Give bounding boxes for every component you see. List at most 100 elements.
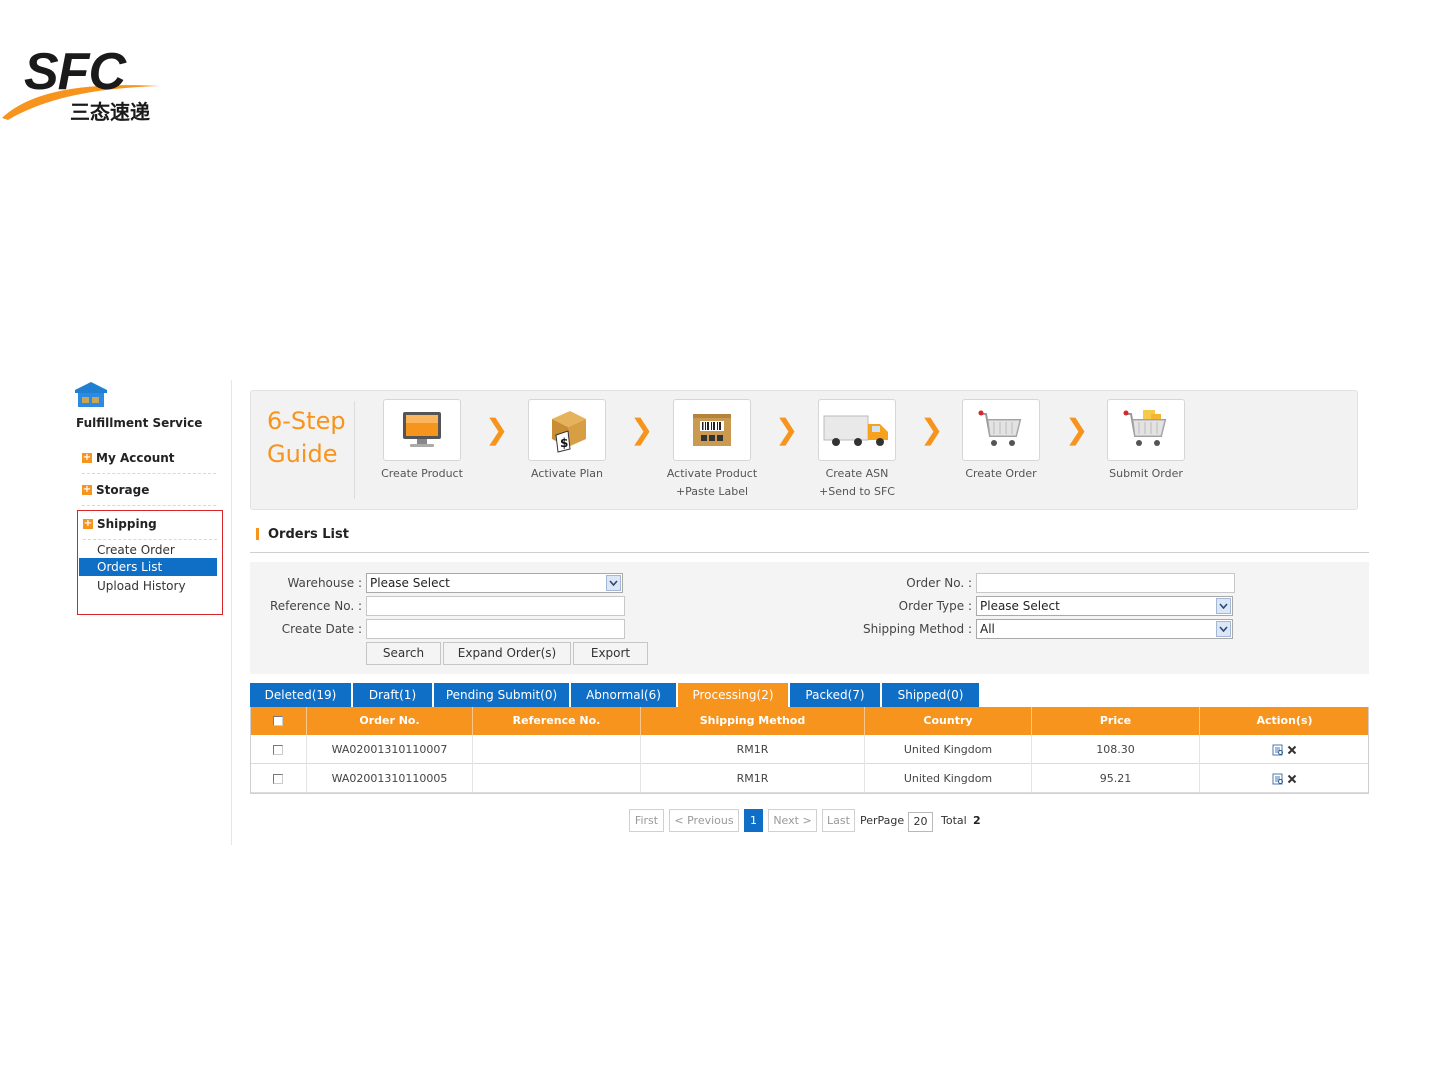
cell-price: 95.21 — [1032, 764, 1200, 793]
first-page-button[interactable]: First — [629, 809, 664, 832]
order-no-input[interactable] — [976, 573, 1235, 593]
sidebar-item-shipping[interactable]: + Shipping — [83, 517, 217, 540]
sidebar-item-upload-history[interactable]: Upload History — [79, 577, 217, 595]
chevron-down-icon[interactable] — [606, 575, 621, 591]
step-arrow-icon: ❯ — [775, 413, 799, 446]
row-checkbox[interactable] — [273, 774, 283, 784]
warehouse-select[interactable]: Please Select — [366, 573, 623, 593]
warehouse-label: Warehouse : — [287, 576, 362, 590]
delete-icon[interactable] — [1287, 745, 1297, 755]
tab-shipped[interactable]: Shipped(0) — [882, 683, 980, 707]
export-button[interactable]: Export — [573, 642, 648, 665]
step-icon-box[interactable] — [818, 399, 896, 461]
cell-actions — [1200, 735, 1369, 764]
select-all-checkbox[interactable] — [273, 716, 283, 726]
chevron-down-icon[interactable] — [1216, 598, 1231, 614]
expand-plus-icon: + — [82, 452, 92, 463]
guide-title-line2: Guide — [267, 440, 338, 468]
sidebar-item-orders-list[interactable]: Orders List — [79, 558, 217, 576]
column-reference-no[interactable]: Reference No. — [473, 707, 641, 735]
per-page-input[interactable]: 20 — [908, 812, 933, 832]
column-order-no[interactable]: Order No. — [307, 707, 473, 735]
step-label-line1: Activate Product — [666, 467, 758, 480]
shipping-method-select-value: All — [980, 622, 995, 636]
reference-no-input[interactable] — [366, 596, 625, 616]
shipping-method-select[interactable]: All — [976, 619, 1233, 639]
order-no-label: Order No. : — [906, 576, 972, 590]
cell-order-no: WA02001310110005 — [307, 764, 473, 793]
cart-icon — [978, 410, 1022, 446]
column-shipping-method[interactable]: Shipping Method — [641, 707, 865, 735]
current-page-button[interactable]: 1 — [744, 809, 763, 832]
logo-brand: SFC — [24, 43, 126, 101]
sidebar-title: Fulfillment Service — [76, 416, 203, 430]
step-arrow-icon: ❯ — [630, 413, 654, 446]
view-detail-icon[interactable] — [1272, 773, 1284, 785]
orders-list-heading: Orders List — [256, 524, 349, 544]
logo-subtitle: 三态速递 — [70, 100, 150, 124]
guide-title-line1: 6-Step — [267, 407, 346, 435]
tab-abnormal[interactable]: Abnormal(6) — [571, 683, 677, 707]
step-label-line2: +Paste Label — [675, 485, 749, 498]
step-label: Create ASN +Send to SFC — [797, 465, 917, 501]
column-price[interactable]: Price — [1032, 707, 1200, 735]
tab-packed[interactable]: Packed(7) — [790, 683, 881, 707]
column-country[interactable]: Country — [865, 707, 1032, 735]
step-icon-box[interactable]: $ — [528, 399, 606, 461]
chevron-down-icon[interactable] — [1216, 621, 1231, 637]
step-create-asn[interactable]: Create ASN +Send to SFC — [797, 399, 917, 501]
step-icon-box[interactable] — [383, 399, 461, 461]
step-label: Submit Order — [1109, 467, 1183, 480]
row-select-cell — [250, 764, 307, 793]
cell-country: United Kingdom — [865, 735, 1032, 764]
sidebar-item-label: Storage — [96, 483, 150, 497]
order-type-select[interactable]: Please Select — [976, 596, 1233, 616]
previous-page-button[interactable]: < Previous — [669, 809, 739, 832]
step-icon-box[interactable] — [1107, 399, 1185, 461]
warehouse-icon — [75, 382, 107, 407]
step-activate-plan[interactable]: $ Activate Plan — [507, 399, 627, 483]
cell-country: United Kingdom — [865, 764, 1032, 793]
tab-draft[interactable]: Draft(1) — [353, 683, 433, 707]
per-page-label: PerPage — [860, 814, 905, 827]
create-date-input[interactable] — [366, 619, 625, 639]
step-create-product[interactable]: Create Product — [362, 399, 482, 483]
cart-full-icon — [1123, 410, 1167, 446]
step-activate-product[interactable]: Activate Product +Paste Label — [652, 399, 772, 501]
six-step-guide: 6-Step Guide Create Product ❯ $ Activate… — [250, 390, 1358, 510]
step-label-line1: Create ASN — [825, 467, 889, 480]
last-page-button[interactable]: Last — [822, 809, 855, 832]
step-icon-box[interactable] — [962, 399, 1040, 461]
step-submit-order[interactable]: Submit Order — [1086, 399, 1206, 483]
row-checkbox[interactable] — [273, 745, 283, 755]
next-page-button[interactable]: Next > — [768, 809, 817, 832]
view-detail-icon[interactable] — [1272, 744, 1284, 756]
delete-icon[interactable] — [1287, 774, 1297, 784]
cell-reference-no — [473, 735, 641, 764]
total-label: Total — [941, 814, 967, 827]
truck-icon — [823, 415, 888, 446]
tab-processing[interactable]: Processing(2) — [678, 683, 789, 707]
step-label: Activate Plan — [531, 467, 603, 480]
sfc-logo: SFC 三态速递 — [0, 40, 170, 130]
sidebar-item-create-order[interactable]: Create Order — [79, 541, 217, 559]
sidebar-item-my-account[interactable]: + My Account — [82, 451, 216, 474]
sidebar-item-storage[interactable]: + Storage — [82, 483, 216, 506]
expand-plus-icon: + — [83, 518, 93, 529]
expand-orders-button[interactable]: Expand Order(s) — [443, 642, 571, 665]
row-select-cell — [250, 735, 307, 764]
order-type-label: Order Type : — [898, 599, 972, 613]
select-all-cell — [250, 707, 307, 735]
sidebar-item-label: My Account — [96, 451, 175, 465]
step-arrow-icon: ❯ — [920, 413, 944, 446]
search-button[interactable]: Search — [366, 642, 441, 665]
step-arrow-icon: ❯ — [1065, 413, 1089, 446]
warehouse-select-value: Please Select — [370, 576, 450, 590]
step-icon-box[interactable] — [673, 399, 751, 461]
step-create-order[interactable]: Create Order — [941, 399, 1061, 483]
step-label: Create Product — [381, 467, 463, 480]
tab-pending-submit[interactable]: Pending Submit(0) — [434, 683, 570, 707]
tab-deleted[interactable]: Deleted(19) — [250, 683, 352, 707]
cell-reference-no — [473, 764, 641, 793]
step-label-line2: +Send to SFC — [819, 485, 895, 498]
